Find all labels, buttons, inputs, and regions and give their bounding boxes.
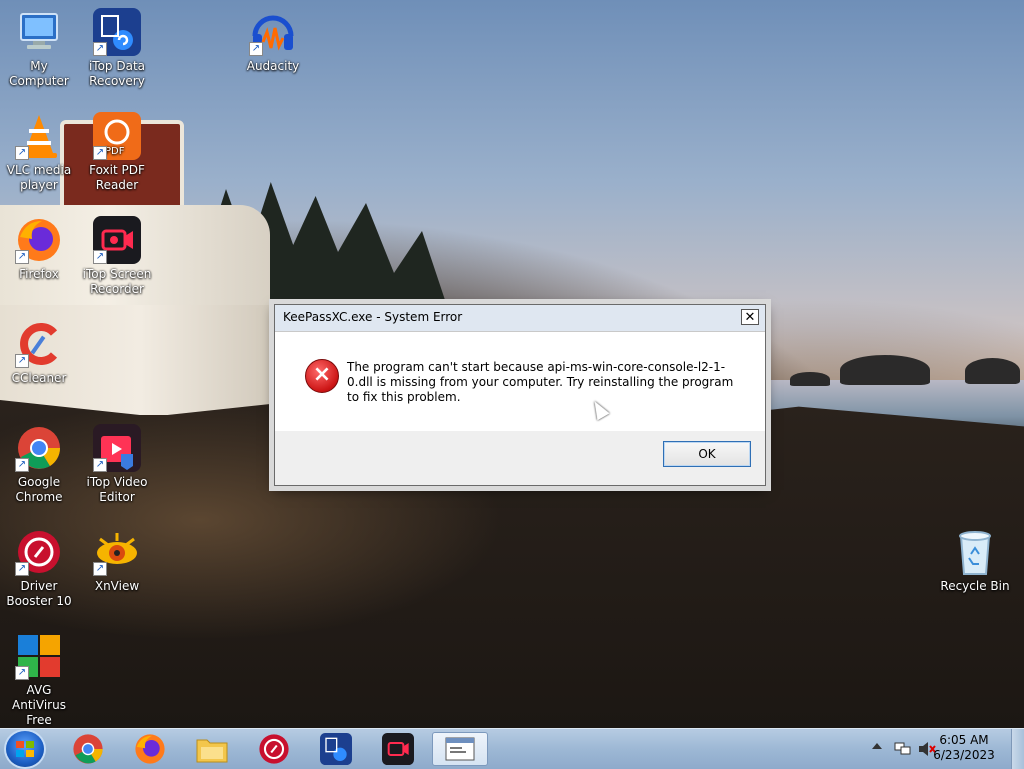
- driver-booster-icon: [259, 734, 289, 764]
- taskbar-item-system-error-window[interactable]: [432, 732, 488, 766]
- desktop-icon-label: XnView: [94, 579, 140, 593]
- firefox-icon: ↗: [15, 216, 63, 264]
- desktop-icon-recycle-bin[interactable]: Recycle Bin: [936, 528, 1014, 594]
- shortcut-arrow-icon: ↗: [15, 666, 29, 680]
- shortcut-arrow-icon: ↗: [93, 146, 107, 160]
- shortcut-arrow-icon: ↗: [15, 458, 29, 472]
- desktop-icon-label: iTop Data Recovery: [88, 59, 146, 88]
- desktop-icon-label: iTop Screen Recorder: [82, 267, 152, 296]
- desktop-icon-itop-screen-recorder[interactable]: ↗ iTop Screen Recorder: [78, 216, 156, 297]
- desktop-icon-avg[interactable]: ↗ AVG AntiVirus Free: [0, 632, 78, 728]
- desktop-icon-driver-booster[interactable]: ↗ Driver Booster 10: [0, 528, 78, 609]
- error-icon: ×: [305, 359, 339, 393]
- dialog-footer: OK: [275, 431, 765, 485]
- close-icon: ✕: [744, 310, 756, 325]
- desktop-icon-label: iTop Video Editor: [86, 475, 148, 504]
- foxit-pdf-icon: PDF ↗: [93, 112, 141, 160]
- file-explorer-icon: [196, 739, 228, 763]
- dialog-body: × The program can't start because api-ms…: [275, 332, 765, 432]
- desktop-icon-foxit[interactable]: PDF ↗ Foxit PDF Reader: [78, 112, 156, 193]
- audacity-icon: ↗: [249, 8, 297, 56]
- island-shape: [840, 355, 930, 385]
- show-desktop-button[interactable]: [1011, 729, 1024, 769]
- desktop-icon-label: Foxit PDF Reader: [89, 163, 145, 192]
- windows-start-icon: [16, 741, 34, 757]
- taskbar-item-chrome[interactable]: [60, 732, 116, 766]
- itop-screen-recorder-icon: ↗: [93, 216, 141, 264]
- desktop-icon-itop-video-editor[interactable]: ↗ iTop Video Editor: [78, 424, 156, 505]
- shortcut-arrow-icon: ↗: [93, 458, 107, 472]
- taskbar-item-driver-booster[interactable]: [246, 732, 302, 766]
- xnview-icon: ↗: [93, 528, 141, 576]
- dialog-title: KeePassXC.exe - System Error: [283, 310, 463, 324]
- taskbar-item-itop-data-recovery[interactable]: [308, 732, 364, 766]
- clock-date: 6/23/2023: [933, 748, 995, 762]
- desktop-icon-vlc[interactable]: ↗ VLC media player: [0, 112, 78, 193]
- shortcut-arrow-icon: ↗: [15, 562, 29, 576]
- clock-time: 6:05 AM: [939, 733, 989, 747]
- shortcut-arrow-icon: ↗: [93, 562, 107, 576]
- shortcut-arrow-icon: ↗: [93, 250, 107, 264]
- desktop-icon-firefox[interactable]: ↗ Firefox: [0, 216, 78, 282]
- close-button[interactable]: ✕: [741, 309, 759, 325]
- tray-show-hidden-icon[interactable]: [872, 743, 882, 749]
- ok-button[interactable]: OK: [663, 441, 751, 467]
- desktop-icon-label: CCleaner: [11, 371, 67, 385]
- taskbar: 6:05 AM 6/23/2023: [0, 728, 1024, 769]
- shortcut-arrow-icon: ↗: [15, 354, 29, 368]
- dialog-titlebar[interactable]: KeePassXC.exe - System Error ✕: [275, 305, 765, 332]
- itop-data-recovery-icon: [320, 733, 352, 765]
- computer-icon: [15, 8, 63, 56]
- desktop-icon-label: VLC media player: [6, 163, 72, 192]
- taskbar-item-itop-screen-recorder[interactable]: [370, 732, 426, 766]
- system-error-dialog: KeePassXC.exe - System Error ✕ × The pro…: [274, 304, 766, 486]
- itop-screen-recorder-icon: [382, 733, 414, 765]
- tray-clock[interactable]: 6:05 AM 6/23/2023: [924, 733, 1004, 763]
- system-error-window-icon: [445, 737, 475, 761]
- error-message: The program can't start because api-ms-w…: [347, 360, 734, 404]
- desktop-icon-audacity[interactable]: ↗ Audacity: [234, 8, 312, 74]
- desktop-icon-xnview[interactable]: ↗ XnView: [78, 528, 156, 594]
- desktop-icon-label: Google Chrome: [15, 475, 63, 504]
- shortcut-arrow-icon: ↗: [249, 42, 263, 56]
- desktop-icon-label: My Computer: [9, 59, 69, 88]
- desktop-icon-chrome[interactable]: ↗ Google Chrome: [0, 424, 78, 505]
- desktop-icon-label: Recycle Bin: [940, 579, 1010, 593]
- firefox-icon: [135, 734, 165, 764]
- desktop-icon-itop-data-recovery[interactable]: ↗ iTop Data Recovery: [78, 8, 156, 89]
- desktop-icon-label: AVG AntiVirus Free: [12, 683, 66, 727]
- chrome-icon: ↗: [15, 424, 63, 472]
- desktop-icon-my-computer[interactable]: My Computer: [0, 8, 78, 89]
- chrome-icon: [73, 734, 103, 764]
- start-button[interactable]: [6, 731, 44, 767]
- vlc-icon: ↗: [15, 112, 63, 160]
- itop-video-editor-icon: ↗: [93, 424, 141, 472]
- taskbar-item-firefox[interactable]: [122, 732, 178, 766]
- island-shape: [965, 358, 1020, 384]
- desktop-icon-label: Audacity: [246, 59, 300, 73]
- desktop-icon-ccleaner[interactable]: ↗ CCleaner: [0, 320, 78, 386]
- avg-antivirus-icon: ↗: [15, 632, 63, 680]
- taskbar-item-file-explorer[interactable]: [184, 732, 240, 766]
- svg-text:PDF: PDF: [105, 146, 125, 157]
- shortcut-arrow-icon: ↗: [15, 146, 29, 160]
- ccleaner-icon: ↗: [15, 320, 63, 368]
- shortcut-arrow-icon: ↗: [93, 42, 107, 56]
- recycle-bin-icon: [951, 528, 999, 576]
- driver-booster-icon: ↗: [15, 528, 63, 576]
- desktop-icon-label: Firefox: [19, 267, 59, 281]
- shortcut-arrow-icon: ↗: [15, 250, 29, 264]
- itop-data-recovery-icon: ↗: [93, 8, 141, 56]
- desktop-icon-label: Driver Booster 10: [6, 579, 72, 608]
- island-shape: [790, 372, 830, 386]
- network-icon[interactable]: [894, 741, 912, 757]
